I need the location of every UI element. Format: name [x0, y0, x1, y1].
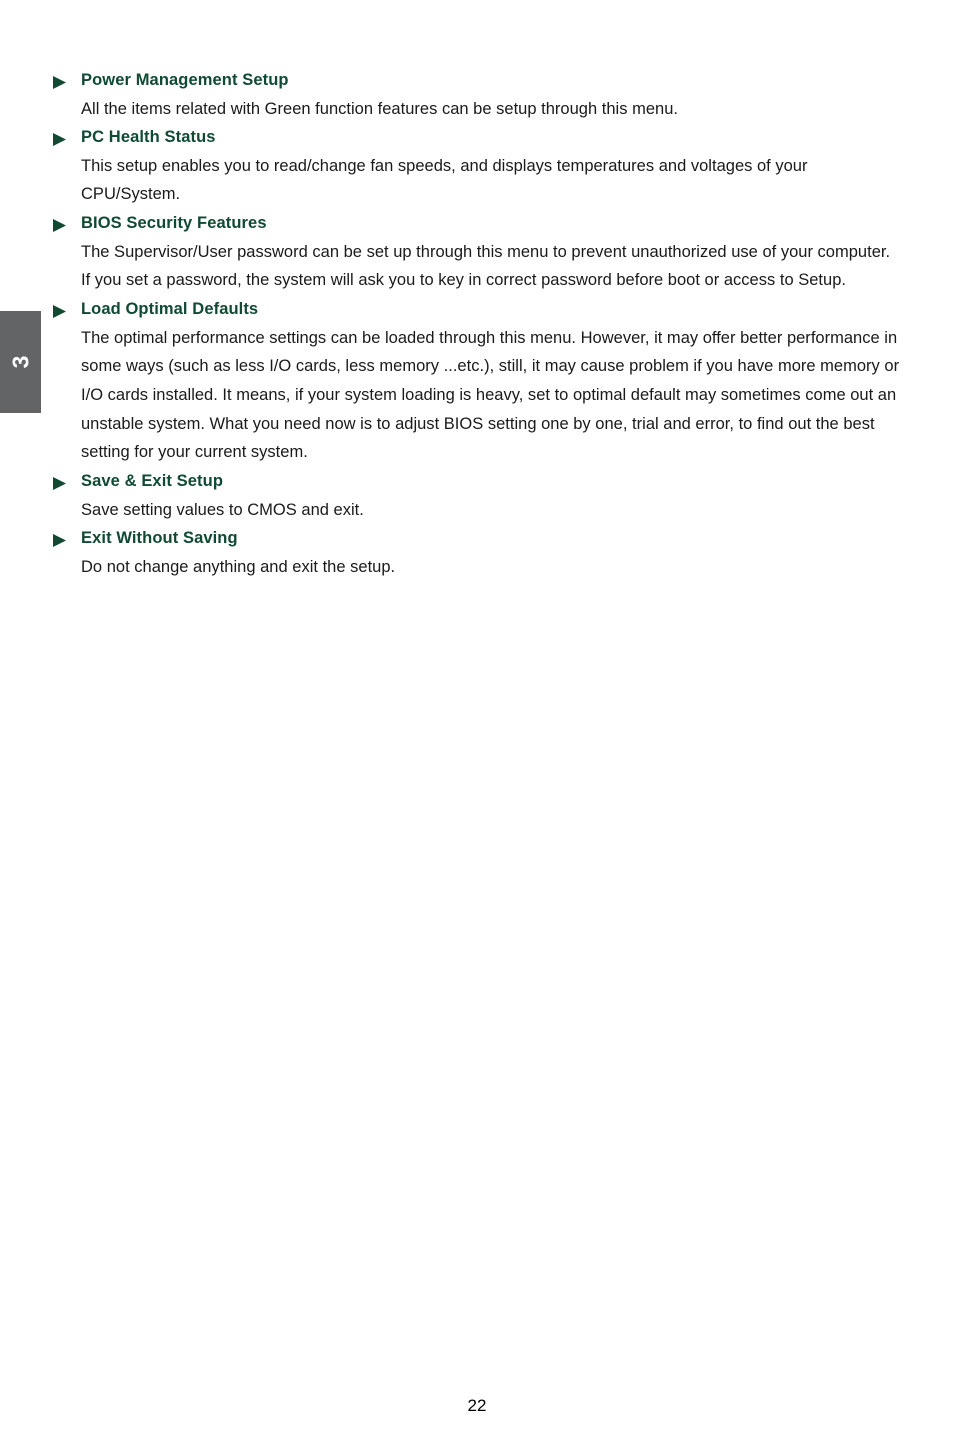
section-title: Exit Without Saving [81, 529, 238, 548]
section-title: PC Health Status [81, 128, 216, 147]
section-heading: BIOS Security Features [53, 209, 901, 238]
section-title: BIOS Security Features [81, 214, 267, 233]
section-heading: Power Management Setup [53, 66, 901, 95]
bios-menu-description-list: Power Management Setup All the items rel… [53, 66, 901, 581]
triangle-right-icon [53, 66, 81, 89]
section-load-optimal-defaults: Load Optimal Defaults The optimal perfor… [53, 295, 901, 467]
section-power-management-setup: Power Management Setup All the items rel… [53, 66, 901, 123]
section-title: Save & Exit Setup [81, 472, 223, 491]
section-heading: Exit Without Saving [53, 524, 901, 553]
chapter-tab: 3 [0, 311, 41, 413]
document-page: 3 Power Management Setup All the items r… [0, 0, 954, 1452]
section-body: Do not change anything and exit the setu… [81, 557, 396, 576]
triangle-right-icon [53, 524, 81, 548]
triangle-right-icon [53, 123, 81, 147]
page-number: 22 [467, 1396, 487, 1415]
section-body: Save setting values to CMOS and exit. [81, 500, 364, 519]
section-body: This setup enables you to read/change fa… [81, 156, 808, 204]
section-heading: Load Optimal Defaults [53, 295, 901, 324]
section-save-and-exit-setup: Save & Exit Setup Save setting values to… [53, 467, 901, 524]
triangle-right-icon [53, 209, 81, 233]
section-body: The Supervisor/User password can be set … [81, 242, 891, 290]
section-title: Load Optimal Defaults [81, 300, 259, 319]
section-title: Power Management Setup [81, 71, 289, 89]
section-body: All the items related with Green functio… [81, 99, 678, 118]
section-body: The optimal performance settings can be … [81, 328, 900, 462]
section-exit-without-saving: Exit Without Saving Do not change anythi… [53, 524, 901, 581]
triangle-right-icon [53, 295, 81, 319]
section-heading: PC Health Status [53, 123, 901, 152]
section-heading: Save & Exit Setup [53, 467, 901, 496]
section-pc-health-status: PC Health Status This setup enables you … [53, 123, 901, 209]
triangle-right-icon [53, 467, 81, 491]
section-bios-security-features: BIOS Security Features The Supervisor/Us… [53, 209, 901, 295]
